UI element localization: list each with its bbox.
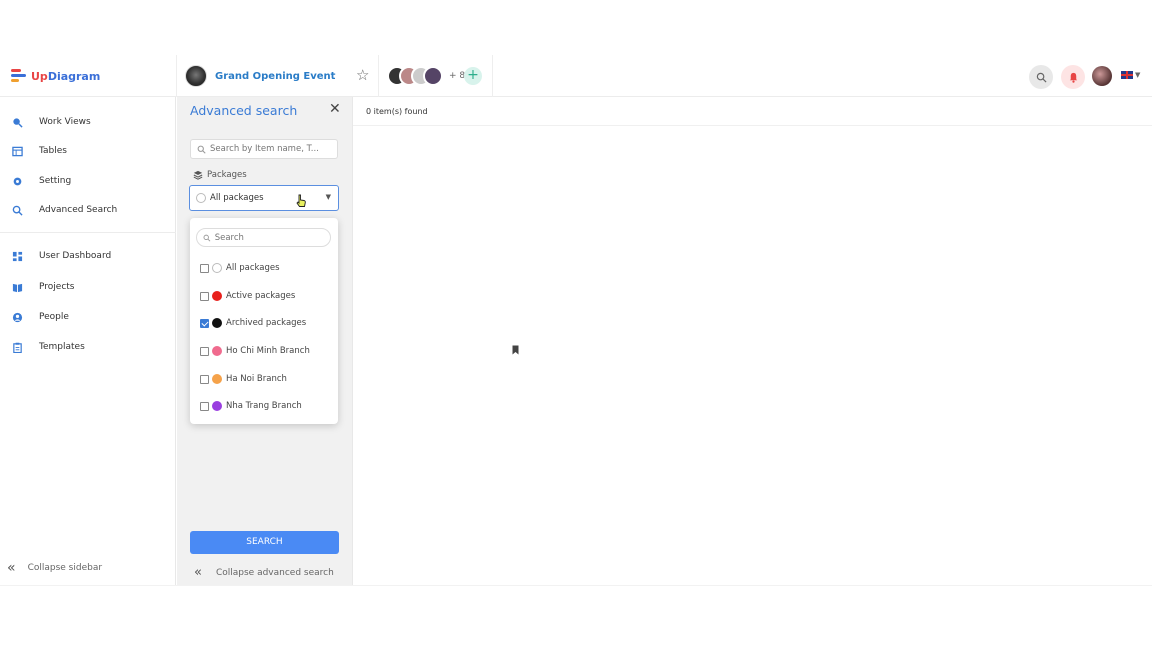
item-search-input[interactable]	[210, 144, 330, 154]
member-extra-count: + 8	[449, 71, 466, 81]
package-option-ha-noi[interactable]: Ha Noi Branch	[200, 372, 330, 386]
app-logo[interactable]: UpDiagram	[11, 68, 100, 84]
search-icon	[1036, 72, 1047, 83]
bell-icon	[1069, 72, 1077, 83]
package-option-active[interactable]: Active packages	[200, 289, 330, 303]
collapse-advanced-search-button[interactable]: « Collapse advanced search	[194, 566, 334, 579]
sidebar-item-projects[interactable]: Projects	[11, 278, 74, 296]
layers-icon	[193, 170, 203, 180]
package-color-dot	[212, 318, 222, 328]
package-color-dot	[196, 193, 206, 203]
search-icon	[203, 234, 211, 242]
sidebar-item-user-dashboard[interactable]: User Dashboard	[11, 247, 111, 265]
package-color-dot	[212, 374, 222, 384]
double-chevron-left-icon: «	[194, 565, 202, 580]
option-checkbox[interactable]	[200, 291, 209, 301]
search-button[interactable]: SEARCH	[190, 531, 339, 554]
packages-dropdown: All packages Active packages Archived pa…	[190, 218, 519, 424]
double-chevron-left-icon: «	[7, 560, 16, 576]
avatar	[423, 66, 443, 86]
top-header: UpDiagram Grand Opening Event ☆ + 8 + ▼	[0, 55, 1152, 97]
search-icon	[11, 204, 23, 216]
selected-package: All packages	[210, 193, 264, 203]
packages-select[interactable]: All packages ▼	[189, 185, 339, 211]
star-icon[interactable]: ☆	[356, 67, 369, 83]
chevron-down-icon: ▼	[1135, 71, 1141, 79]
sidebar: Work Views Tables Setting Advanced Searc…	[0, 97, 176, 586]
gear-icon	[11, 175, 23, 187]
language-selector[interactable]: ▼	[1121, 71, 1140, 79]
option-checkbox[interactable]	[200, 346, 209, 356]
header-search-button[interactable]	[1029, 65, 1053, 89]
notification-button[interactable]	[1061, 65, 1085, 89]
add-member-icon[interactable]: +	[464, 67, 482, 85]
user-avatar[interactable]	[1092, 66, 1112, 86]
package-color-dot	[212, 263, 222, 273]
dropdown-search-input[interactable]	[214, 232, 330, 243]
option-checkbox-checked[interactable]	[200, 318, 209, 328]
package-option-all[interactable]: All packages	[200, 261, 330, 275]
hand-cursor-icon	[296, 194, 306, 207]
work-views-icon	[11, 116, 23, 128]
option-checkbox[interactable]	[200, 263, 209, 273]
sidebar-item-templates[interactable]: Templates	[11, 338, 85, 356]
dashboard-icon	[11, 250, 23, 262]
sidebar-item-advanced-search[interactable]: Advanced Search	[11, 201, 117, 219]
result-count: 0 item(s) found	[366, 107, 428, 116]
logo-icon	[11, 68, 27, 84]
logo-text: UpDiagram	[31, 69, 101, 83]
packages-label: Packages	[193, 170, 247, 180]
content-divider	[353, 125, 1152, 126]
option-checkbox[interactable]	[200, 401, 209, 411]
dropdown-search-field[interactable]	[196, 228, 331, 247]
member-avatars[interactable]: + 8	[387, 66, 465, 86]
sidebar-divider	[0, 232, 176, 233]
book-icon	[11, 281, 23, 293]
close-icon[interactable]: ✕	[329, 101, 341, 117]
sidebar-item-work-views[interactable]: Work Views	[11, 113, 91, 131]
project-title: Grand Opening Event	[215, 70, 336, 82]
search-icon	[197, 145, 206, 154]
uk-flag-icon	[1121, 71, 1133, 79]
package-option-nha-trang[interactable]: Nha Trang Branch	[200, 399, 330, 413]
package-option-archived[interactable]: Archived packages	[200, 316, 330, 330]
chevron-down-icon: ▼	[325, 193, 331, 201]
clipboard-icon	[11, 341, 23, 353]
project-avatar	[185, 65, 207, 87]
sidebar-item-people[interactable]: People	[11, 308, 69, 326]
app-window: UpDiagram Grand Opening Event ☆ + 8 + ▼	[0, 55, 1152, 586]
project-switcher[interactable]: Grand Opening Event	[185, 65, 335, 87]
panel-title: Advanced search	[190, 103, 298, 118]
package-option-ho-chi-minh[interactable]: Ho Chi Minh Branch	[200, 344, 330, 358]
sidebar-item-setting[interactable]: Setting	[11, 172, 71, 190]
package-color-dot	[212, 401, 222, 411]
tables-icon	[11, 145, 23, 157]
person-icon	[11, 311, 23, 323]
option-checkbox[interactable]	[200, 374, 209, 384]
item-search-field[interactable]	[190, 139, 338, 159]
package-color-dot	[212, 291, 222, 301]
sidebar-item-tables[interactable]: Tables	[11, 142, 67, 160]
bookmark-icon[interactable]	[512, 345, 519, 355]
collapse-sidebar-button[interactable]: « Collapse sidebar	[7, 561, 102, 575]
package-color-dot	[212, 346, 222, 356]
